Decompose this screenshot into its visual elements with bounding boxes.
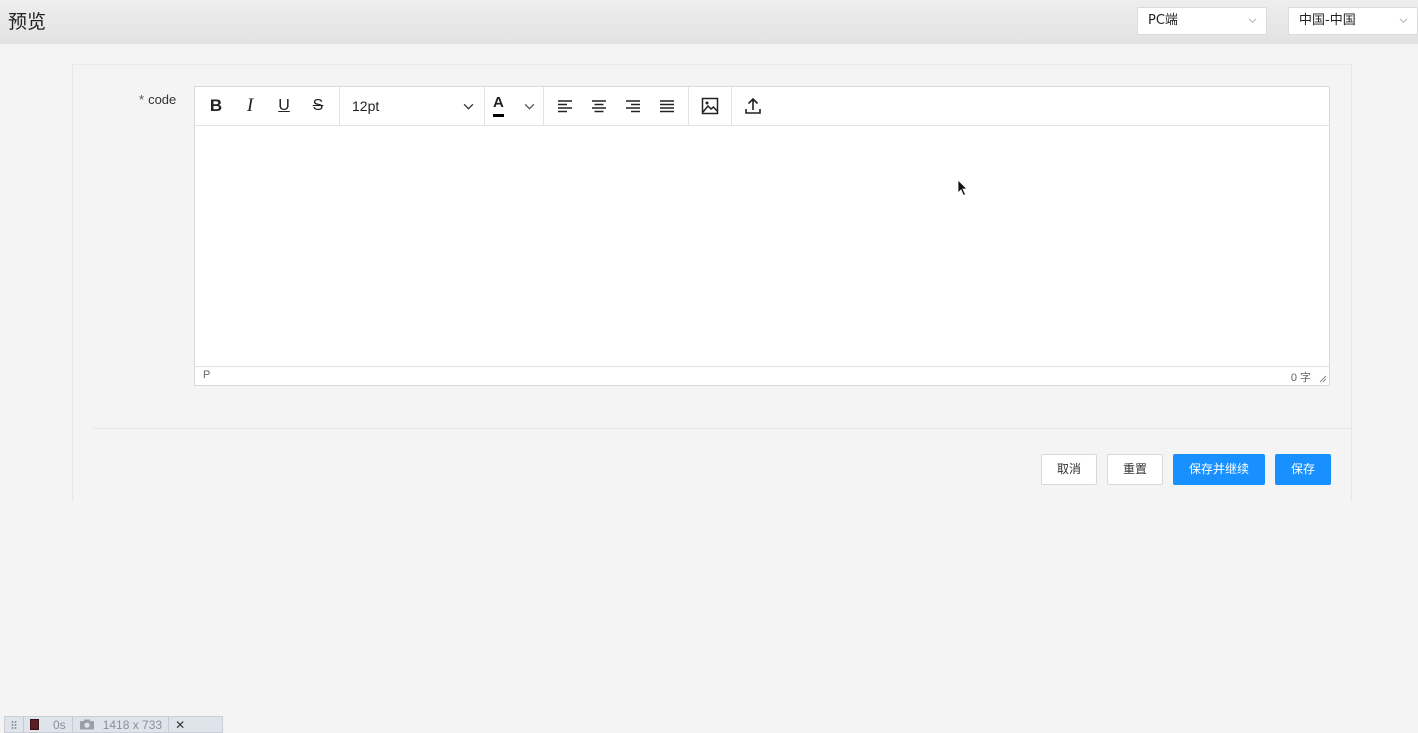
strikethrough-icon: S: [312, 97, 324, 114]
field-label-text: code: [148, 92, 177, 107]
required-mark: *: [139, 92, 145, 107]
bold-icon: B: [209, 96, 223, 115]
capture-size: 1418 x 733: [102, 717, 163, 732]
image-icon: [701, 97, 719, 115]
color-group: A: [485, 86, 544, 126]
save-and-continue-button[interactable]: 保存并继续: [1173, 454, 1265, 485]
underline-icon: U: [278, 97, 290, 114]
strikethrough-button[interactable]: S: [301, 91, 335, 121]
rich-text-editor: B I U S 12pt A P 0 字: [194, 86, 1330, 386]
align-justify-button[interactable]: [650, 91, 684, 121]
upload-group: [732, 87, 774, 126]
chevron-down-icon: [524, 103, 535, 110]
font-size-select[interactable]: 12pt: [344, 91, 480, 121]
word-count: 0 字: [1290, 372, 1311, 384]
format-group: B I U S: [195, 86, 340, 126]
align-group: [544, 86, 689, 126]
page-title: 预览: [8, 11, 47, 33]
align-center-icon: [592, 100, 606, 113]
header-bar: 预览 PC端 中国-中国: [0, 0, 1418, 44]
editor-toolbar: B I U S 12pt A: [195, 86, 1329, 126]
close-icon: ✕: [175, 717, 186, 732]
insert-image-button[interactable]: [693, 91, 727, 121]
font-color-icon: A: [493, 95, 504, 117]
reset-button[interactable]: 重置: [1107, 454, 1163, 485]
drag-handle[interactable]: [5, 717, 24, 732]
field-label: * code: [139, 92, 176, 107]
align-left-button[interactable]: [548, 91, 582, 121]
screenshot-size[interactable]: 1418 x 733: [73, 717, 170, 732]
form-divider: [93, 428, 1351, 429]
align-center-button[interactable]: [582, 91, 616, 121]
align-left-icon: [558, 100, 572, 113]
align-right-icon: [626, 100, 640, 113]
font-size-group: 12pt: [340, 86, 485, 126]
element-path[interactable]: P: [203, 369, 210, 381]
record-time: 0s: [53, 717, 66, 732]
camera-icon: [79, 719, 94, 730]
record-icon: [30, 719, 39, 730]
font-color-button[interactable]: A: [489, 91, 539, 121]
platform-select-value: PC端: [1148, 13, 1178, 28]
mouse-cursor-icon: [957, 179, 968, 197]
recorder-widget: 0s 1418 x 733 ✕: [4, 716, 223, 733]
upload-icon: [745, 97, 761, 114]
upload-button[interactable]: [736, 91, 770, 121]
underline-button[interactable]: U: [267, 91, 301, 121]
align-right-button[interactable]: [616, 91, 650, 121]
font-size-value: 12pt: [352, 98, 380, 114]
close-recorder-button[interactable]: ✕: [169, 717, 191, 732]
platform-select[interactable]: PC端: [1137, 7, 1267, 35]
locale-select-value: 中国-中国: [1299, 13, 1356, 28]
align-justify-icon: [660, 100, 674, 113]
editor-content-area[interactable]: [195, 126, 1329, 367]
editor-statusbar: P 0 字: [195, 366, 1329, 385]
bold-button[interactable]: B: [199, 91, 233, 121]
chevron-down-icon: [463, 103, 474, 110]
locale-select[interactable]: 中国-中国: [1288, 7, 1418, 35]
record-indicator[interactable]: 0s: [24, 717, 73, 732]
save-button[interactable]: 保存: [1275, 454, 1331, 485]
resize-handle-icon[interactable]: [1318, 374, 1327, 383]
image-group: [689, 86, 732, 126]
chevron-down-icon: [1248, 18, 1257, 24]
chevron-down-icon: [1399, 18, 1408, 24]
italic-icon: I: [246, 95, 254, 116]
italic-button[interactable]: I: [233, 91, 267, 121]
drag-handle-icon: [11, 720, 17, 729]
cancel-button[interactable]: 取消: [1041, 454, 1097, 485]
